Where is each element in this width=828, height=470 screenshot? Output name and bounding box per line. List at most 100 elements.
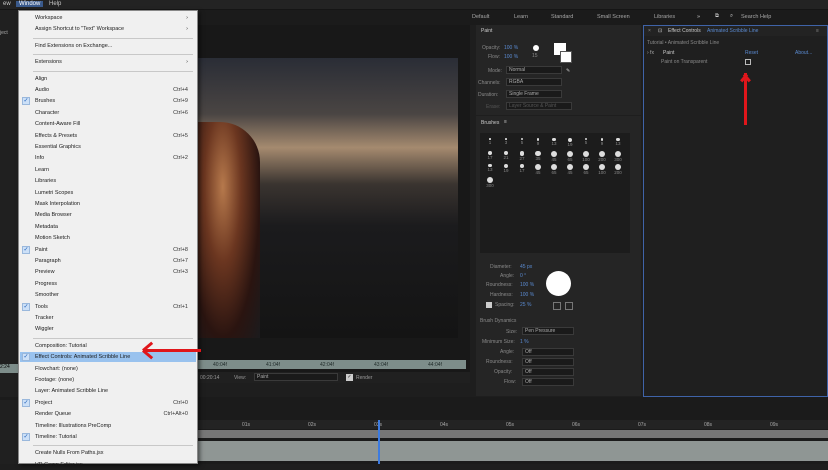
brushes-tab[interactable]: Brushes — [481, 120, 499, 126]
close-icon[interactable]: × — [648, 28, 651, 34]
brush-tip[interactable]: 9 — [594, 138, 610, 150]
menu-item[interactable]: Create Nulls From Paths.jsx — [20, 448, 196, 458]
menu-item[interactable]: Learn — [20, 165, 196, 175]
diameter-value[interactable]: 45 px — [520, 264, 532, 270]
menu-item[interactable]: Tracker — [20, 313, 196, 323]
fx-effect-name[interactable]: Paint — [663, 50, 674, 56]
fx-about-button[interactable]: About... — [795, 50, 812, 56]
hardness-value[interactable]: 100 % — [520, 292, 534, 298]
timeline-ruler[interactable]: 01s02s03s04s05s06s07s08s09s — [198, 420, 828, 429]
brush-tip[interactable]: 65 — [578, 164, 594, 176]
menu-item[interactable]: Layer: Animated Scribble Line — [20, 386, 196, 396]
menu-item[interactable]: Footage: (none) — [20, 375, 196, 385]
brush-tip[interactable]: 21 — [498, 151, 514, 163]
menu-item[interactable]: Flowchart: (none) — [20, 364, 196, 374]
menu-item[interactable]: Metadata — [20, 222, 196, 232]
comp-time-ruler[interactable]: 40:04f 41:04f 42:04f 43:04f 44:04f — [198, 360, 466, 369]
menu-item[interactable]: ✓ Brushes Ctrl+9 — [20, 96, 196, 106]
brush-tip[interactable]: 27 — [514, 151, 530, 163]
brush-tip[interactable]: 19 — [498, 164, 514, 176]
flow-value[interactable]: 100 % — [504, 54, 518, 60]
menu-item[interactable]: Motion Sketch — [20, 233, 196, 243]
menu-item[interactable]: Character Ctrl+6 — [20, 108, 196, 118]
project-tab-label[interactable]: ject — [0, 30, 8, 36]
dyn-roundness-dropdown[interactable]: Off — [522, 358, 574, 366]
menu-item[interactable]: Workspace › — [20, 13, 196, 23]
workspace-small-screen[interactable]: Small Screen — [597, 14, 630, 20]
paint-on-transparent-checkbox[interactable] — [745, 59, 751, 65]
menu-item[interactable]: Smoother — [20, 290, 196, 300]
brush-tip[interactable]: 45 — [562, 164, 578, 176]
menu-help[interactable]: Help — [46, 1, 64, 7]
menu-item[interactable]: Timeline: Illustrations PreComp — [20, 421, 196, 431]
menu-item[interactable]: Assign Shortcut to "Text" Workspace › — [20, 24, 196, 34]
brush-tip[interactable]: 13 — [610, 138, 626, 150]
menu-item[interactable]: Audio Ctrl+4 — [20, 85, 196, 95]
menu-item[interactable]: Essential Graphics — [20, 142, 196, 152]
menu-item[interactable]: Paragraph Ctrl+7 — [20, 256, 196, 266]
layer-bar[interactable] — [198, 430, 828, 438]
brush-tip[interactable]: 19 — [562, 138, 578, 150]
menu-item[interactable]: Progress — [20, 279, 196, 289]
brush-tip[interactable]: 200 — [610, 164, 626, 176]
brush-tip[interactable]: 17 — [482, 151, 498, 163]
panel-menu-icon[interactable]: ≡ — [504, 119, 507, 125]
minimum-size-value[interactable]: 1 % — [520, 339, 529, 345]
brush-tip[interactable]: 5 — [578, 138, 594, 150]
effect-controls-layer[interactable]: Animated Scribble Line — [707, 28, 758, 34]
menu-item[interactable]: VR Comp Editor.jsx — [20, 460, 196, 470]
current-time[interactable]: 00:20:14 — [200, 375, 219, 381]
panel-menu-icon[interactable]: ≡ — [816, 28, 819, 34]
sync-icon[interactable]: ⧉ — [715, 13, 719, 20]
brush-tip[interactable]: 17 — [514, 164, 530, 176]
background-color-swatch[interactable] — [560, 51, 572, 63]
dyn-opacity-dropdown[interactable]: Off — [522, 368, 574, 376]
workspace-default[interactable]: Default — [472, 14, 489, 20]
menu-item[interactable]: Media Browser — [20, 210, 196, 220]
menu-item[interactable]: Info Ctrl+2 — [20, 153, 196, 163]
menu-item[interactable]: Align — [20, 74, 196, 84]
brush-tip[interactable]: 13 — [482, 164, 498, 176]
duration-dropdown[interactable]: Single Frame — [506, 90, 562, 98]
angle-value[interactable]: 0 ° — [520, 273, 526, 279]
brush-tip[interactable]: 45 — [546, 151, 562, 163]
lock-icon[interactable]: ⊡ — [658, 28, 662, 34]
playhead[interactable] — [378, 420, 380, 464]
spacing-checkbox[interactable] — [486, 302, 492, 308]
menu-view[interactable]: ew — [0, 1, 14, 7]
eyedropper-icon[interactable]: ✎ — [566, 68, 570, 74]
fx-toggle-icon[interactable]: › fx — [647, 50, 654, 56]
menu-item[interactable]: Wiggler — [20, 324, 196, 334]
menu-item[interactable]: Preview Ctrl+3 — [20, 267, 196, 277]
menu-item[interactable]: ✓ Tools Ctrl+1 — [20, 302, 196, 312]
menu-item[interactable]: ✓ Paint Ctrl+8 — [20, 245, 196, 255]
save-brush-icon[interactable] — [553, 302, 561, 310]
menu-item[interactable]: ✓ Project Ctrl+0 — [20, 398, 196, 408]
dyn-angle-dropdown[interactable]: Off — [522, 348, 574, 356]
delete-brush-icon[interactable] — [565, 302, 573, 310]
channels-dropdown[interactable]: RGBA — [506, 78, 562, 86]
view-dropdown[interactable]: Paint — [254, 373, 338, 381]
opacity-value[interactable]: 100 % — [504, 45, 518, 51]
effect-controls-tab[interactable]: Effect Controls — [668, 28, 701, 34]
render-checkbox[interactable]: ✓ — [346, 374, 353, 381]
mode-dropdown[interactable]: Normal — [506, 66, 562, 74]
brush-tip[interactable]: 300 — [482, 177, 498, 189]
brush-tip[interactable]: 3 — [498, 138, 514, 150]
menu-window[interactable]: Window — [16, 1, 44, 7]
brush-tip[interactable]: 1 — [482, 138, 498, 150]
brush-tip[interactable]: 100 — [594, 164, 610, 176]
workspace-standard[interactable]: Standard — [551, 14, 573, 20]
search-help-input[interactable]: Search Help — [741, 14, 771, 20]
fx-reset-button[interactable]: Reset — [745, 50, 758, 56]
brush-tip[interactable]: 5 — [514, 138, 530, 150]
dyn-size-dropdown[interactable]: Pen Pressure — [522, 327, 574, 335]
brush-tip[interactable]: 35 — [530, 151, 546, 163]
workspace-libraries[interactable]: Libraries — [654, 14, 675, 20]
brush-tip[interactable]: 13 — [546, 138, 562, 150]
workspace-overflow-icon[interactable]: » — [697, 14, 700, 20]
menu-item[interactable]: Extensions › — [20, 57, 196, 67]
brush-tip[interactable]: 100 — [578, 151, 594, 163]
paint-tab[interactable]: Paint — [481, 28, 492, 34]
menu-item[interactable]: Find Extensions on Exchange... — [20, 41, 196, 51]
